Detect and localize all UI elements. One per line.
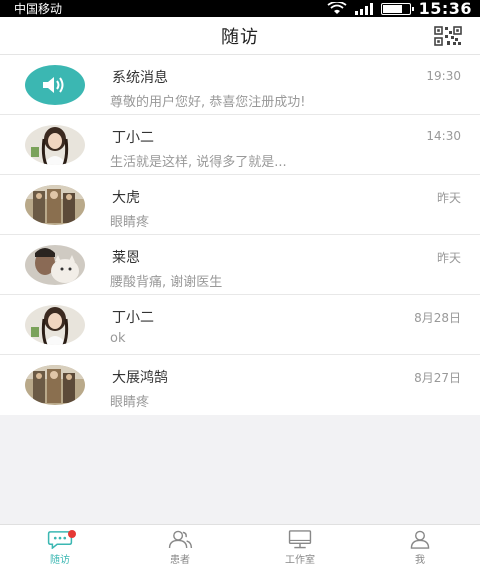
tab-label: 患者 <box>170 555 190 566</box>
clock-time: 15:36 <box>418 0 472 18</box>
bottom-tab-bar: 随访 患者 工作室 我 <box>0 524 480 566</box>
signal-icon <box>354 2 373 15</box>
contact-name: 丁小二 <box>112 130 154 146</box>
message-time: 昨天 <box>436 251 461 265</box>
tab-me[interactable]: 我 <box>360 525 480 566</box>
conversation-row-system[interactable]: 系统消息 19:30 尊敬的用户您好, 恭喜您注册成功! <box>0 55 480 115</box>
contact-name: 莱恩 <box>112 250 140 266</box>
contact-name: 系统消息 <box>112 70 168 86</box>
conversation-row[interactable]: 莱恩 昨天 腰酸背痛, 谢谢医生 <box>0 235 480 295</box>
photo-avatar <box>25 185 85 225</box>
photo-avatar <box>25 125 85 165</box>
person-icon <box>410 530 430 549</box>
wifi-icon <box>327 2 347 14</box>
monitor-icon <box>288 530 312 549</box>
conversation-row[interactable]: 丁小二 8月28日 ok <box>0 295 480 355</box>
page-title: 随访 <box>221 26 259 48</box>
speaker-icon <box>25 65 85 105</box>
users-icon <box>168 530 193 549</box>
contact-name: 大虎 <box>112 190 140 206</box>
status-bar: 中国移动 15:36 <box>0 0 480 18</box>
message-time: 14:30 <box>426 129 461 143</box>
unread-badge <box>68 530 76 538</box>
message-preview: 眼睛疼 <box>110 215 150 230</box>
battery-icon <box>380 2 414 15</box>
message-preview: ok <box>110 331 126 346</box>
app-header: 随访 <box>0 17 480 55</box>
conversation-list: 系统消息 19:30 尊敬的用户您好, 恭喜您注册成功! 丁小二 14:30 生… <box>0 55 480 415</box>
message-preview: 尊敬的用户您好, 恭喜您注册成功! <box>110 95 306 110</box>
tab-followup[interactable]: 随访 <box>0 525 120 566</box>
tab-label: 我 <box>415 555 425 566</box>
message-time: 昨天 <box>436 191 461 205</box>
tab-studio[interactable]: 工作室 <box>240 525 360 566</box>
photo-avatar <box>25 305 85 345</box>
tab-label: 随访 <box>50 555 70 566</box>
qr-code-icon[interactable] <box>434 26 462 46</box>
message-preview: 腰酸背痛, 谢谢医生 <box>110 275 223 290</box>
message-time: 8月27日 <box>414 371 461 385</box>
conversation-row[interactable]: 丁小二 14:30 生活就是这样, 说得多了就是... <box>0 115 480 175</box>
conversation-row[interactable]: 大展鸿鹄 8月27日 眼睛疼 <box>0 355 480 415</box>
message-preview: 眼睛疼 <box>110 395 150 410</box>
tab-label: 工作室 <box>285 555 315 566</box>
message-time: 8月28日 <box>414 311 461 325</box>
contact-name: 丁小二 <box>112 310 154 326</box>
tab-patients[interactable]: 患者 <box>120 525 240 566</box>
carrier-label: 中国移动 <box>14 2 63 16</box>
contact-name: 大展鸿鹄 <box>112 370 168 386</box>
status-indicators: 15:36 <box>327 0 472 18</box>
conversation-row[interactable]: 大虎 昨天 眼睛疼 <box>0 175 480 235</box>
message-time: 19:30 <box>426 69 461 83</box>
photo-avatar <box>25 365 85 405</box>
photo-avatar <box>25 245 85 285</box>
message-preview: 生活就是这样, 说得多了就是... <box>110 155 287 170</box>
